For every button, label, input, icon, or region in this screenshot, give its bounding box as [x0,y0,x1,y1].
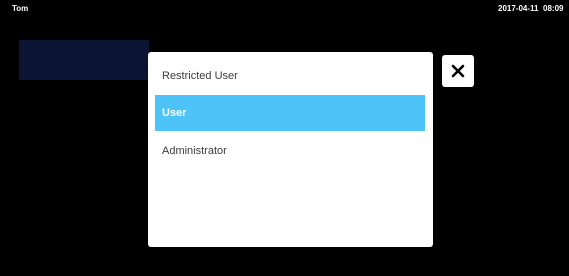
background-field [19,40,149,80]
current-time: 08:09 [543,4,564,13]
current-date: 2017-04-11 [498,4,539,13]
status-bar: Tom 2017-04-11 08:09 [0,0,569,16]
close-icon [451,64,465,78]
current-user-name: Tom [12,4,29,13]
close-button[interactable] [442,55,474,87]
user-role-dialog: Restricted User User Administrator [148,52,433,247]
option-user[interactable]: User [155,95,425,131]
option-administrator[interactable]: Administrator [155,133,425,169]
option-restricted-user[interactable]: Restricted User [155,58,425,94]
